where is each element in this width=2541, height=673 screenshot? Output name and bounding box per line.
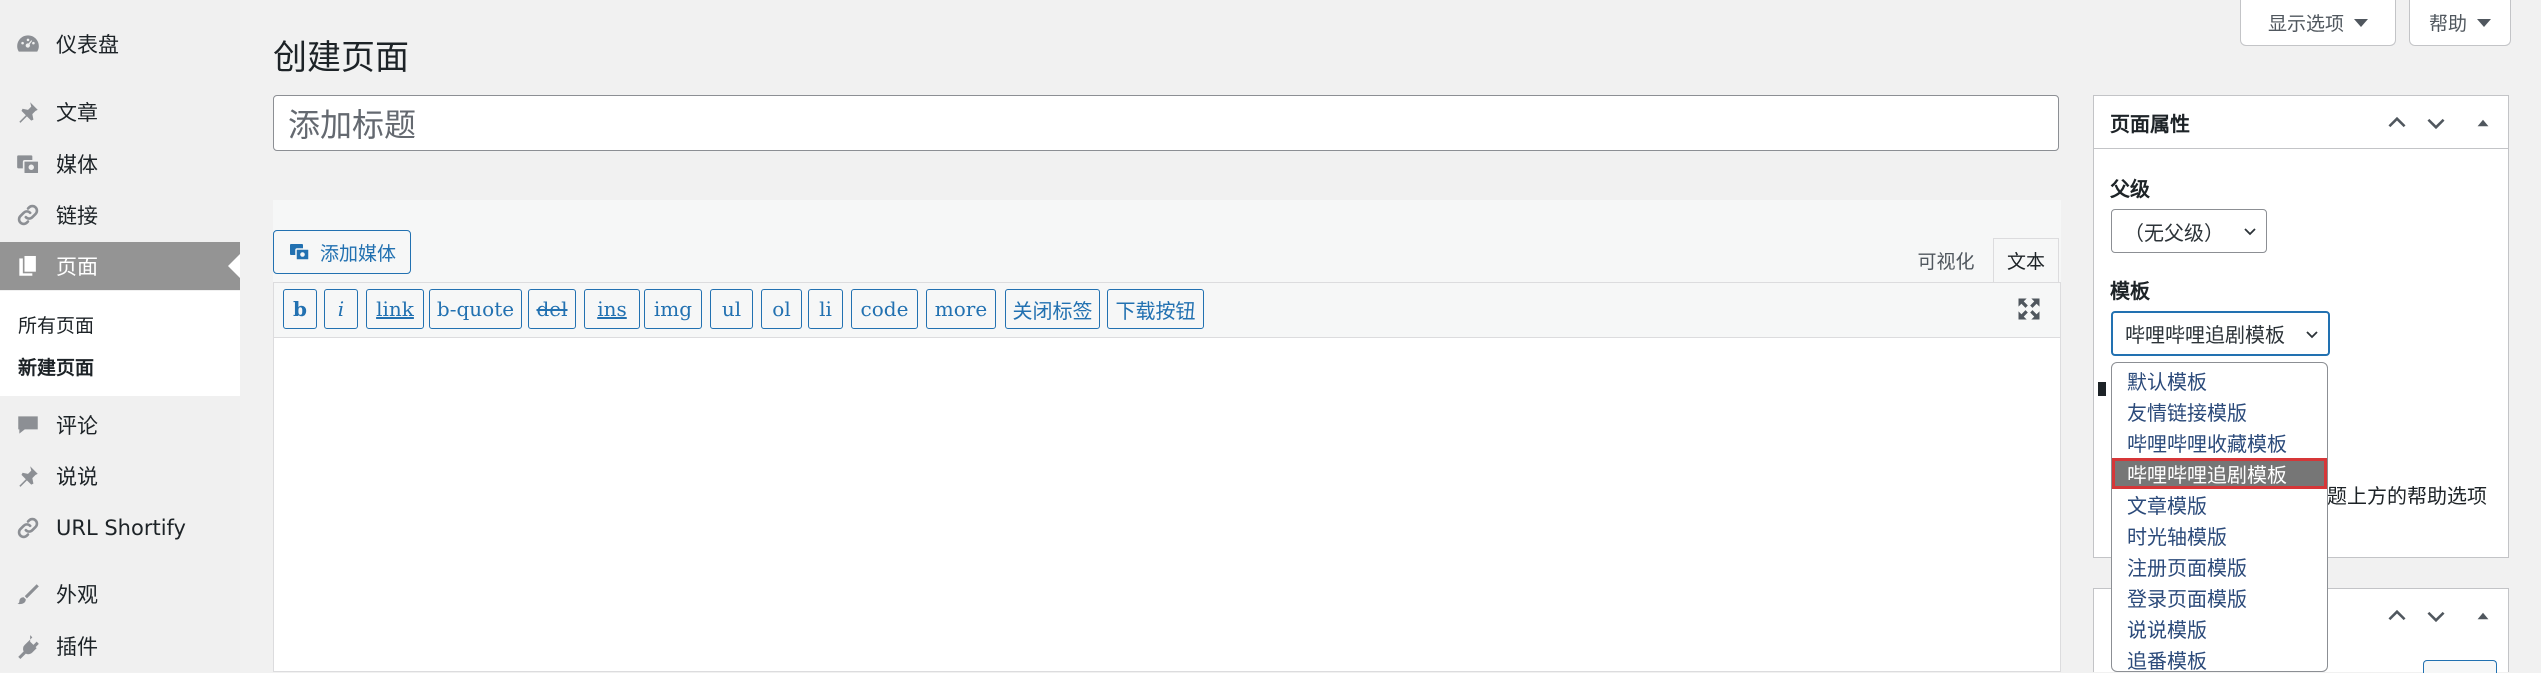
screen-options-label: 显示选项 <box>2267 13 2344 35</box>
template-option[interactable]: 登录页面模版 <box>2112 582 2327 613</box>
quicktag-del-button[interactable]: del <box>528 289 576 329</box>
screen-options-button[interactable]: 显示选项 <box>2240 0 2396 46</box>
template-option[interactable]: 默认模板 <box>2112 365 2327 396</box>
parent-label: 父级 <box>2110 177 2150 201</box>
triangle-up-icon[interactable] <box>2470 110 2496 136</box>
sidebar-item-shuoshuo[interactable]: 说说 <box>0 452 240 500</box>
comment-icon <box>14 411 42 439</box>
template-label: 模板 <box>2110 279 2150 303</box>
template-select[interactable]: 哔哩哔哩追剧模板 <box>2111 311 2330 356</box>
sidebar-item-label: 文章 <box>56 101 98 125</box>
quicktag-blockquote-button[interactable]: b-quote <box>429 289 522 329</box>
sidebar-item-label: 插件 <box>56 635 98 659</box>
brush-icon <box>14 580 42 608</box>
media-icon <box>289 244 310 261</box>
sidebar-item-label: 仪表盘 <box>56 33 119 57</box>
quicktag-img-button[interactable]: img <box>644 289 702 329</box>
quicktag-ol-button[interactable]: ol <box>761 289 802 329</box>
submenu-item-all-pages[interactable]: 所有页面 <box>18 311 94 338</box>
title-input[interactable]: 添加标题 <box>273 95 2059 151</box>
template-option[interactable]: 友情链接模版 <box>2112 396 2327 427</box>
editor-toolbar-area <box>273 200 2061 282</box>
template-dropdown-list: 默认模板 友情链接模版 哔哩哔哩收藏模板 哔哩哔哩追剧模板 文章模版 时光轴模版… <box>2111 362 2328 672</box>
sidebar-item-label: 页面 <box>56 255 98 279</box>
secondary-box-button[interactable] <box>2423 660 2497 673</box>
template-option[interactable]: 追番模板 <box>2112 644 2327 671</box>
page-attributes-title: 页面属性 <box>2110 112 2190 136</box>
quicktag-italic-button[interactable]: i <box>324 289 358 329</box>
chevron-down-icon[interactable] <box>2423 110 2449 136</box>
sidebar-item-label: URL Shortify <box>56 516 186 540</box>
tab-text[interactable]: 文本 <box>1993 238 2059 282</box>
quicktag-more-button[interactable]: more <box>926 289 996 329</box>
parent-select[interactable]: （无父级） <box>2111 209 2267 253</box>
template-option[interactable]: 哔哩哔哩收藏模板 <box>2112 427 2327 458</box>
help-text: 题上方的帮助选项 <box>2327 484 2487 508</box>
sidebar-item-appearance[interactable]: 外观 <box>0 570 240 618</box>
sidebar-item-comments[interactable]: 评论 <box>0 401 240 449</box>
template-option[interactable]: 文章模版 <box>2112 489 2327 520</box>
sidebar-item-plugins[interactable]: 插件 <box>0 622 240 670</box>
quicktag-bold-button[interactable]: b <box>283 289 317 329</box>
quicktag-li-button[interactable]: li <box>808 289 843 329</box>
quicktag-ul-button[interactable]: ul <box>710 289 753 329</box>
admin-sidebar: 仪表盘 文章 媒体 链接 页面 所有页面 新建页面 评论 说说 URL Shor… <box>0 0 240 672</box>
link-icon <box>14 201 42 229</box>
sidebar-item-label: 媒体 <box>56 153 98 177</box>
quicktag-code-button[interactable]: code <box>851 289 918 329</box>
link-icon <box>14 514 42 542</box>
dashboard-icon <box>14 30 42 58</box>
chevron-up-icon[interactable] <box>2384 603 2410 629</box>
sidebar-item-label: 说说 <box>56 465 98 489</box>
help-label: 帮助 <box>2428 13 2467 35</box>
pages-submenu: 所有页面 新建页面 <box>0 291 240 396</box>
chevron-up-icon[interactable] <box>2384 110 2410 136</box>
tab-visual[interactable]: 可视化 <box>1905 238 1987 282</box>
chevron-down-icon[interactable] <box>2423 603 2449 629</box>
template-select-value: 哔哩哔哩追剧模板 <box>2125 323 2285 347</box>
sidebar-item-label: 外观 <box>56 583 98 607</box>
add-media-button[interactable]: 添加媒体 <box>273 230 411 274</box>
parent-select-value: （无父级） <box>2124 220 2224 245</box>
sidebar-item-dashboard[interactable]: 仪表盘 <box>0 20 240 68</box>
fullscreen-icon[interactable] <box>2015 295 2043 323</box>
pushpin-icon <box>14 462 42 490</box>
content-textarea[interactable] <box>273 338 2061 672</box>
chevron-down-icon <box>2306 330 2318 338</box>
add-media-label: 添加媒体 <box>319 242 396 265</box>
template-option[interactable]: 说说模版 <box>2112 613 2327 644</box>
help-button[interactable]: 帮助 <box>2409 0 2511 46</box>
order-label-fragment <box>2098 382 2106 396</box>
sidebar-item-media[interactable]: 媒体 <box>0 140 240 188</box>
quicktag-close-tags-button[interactable]: 关闭标签 <box>1005 289 1100 329</box>
sidebar-item-label: 评论 <box>56 414 98 438</box>
submenu-item-new-page[interactable]: 新建页面 <box>18 353 94 380</box>
media-icon <box>14 150 42 178</box>
plug-icon <box>14 632 42 660</box>
quicktag-download-button[interactable]: 下载按钮 <box>1107 289 1204 329</box>
page-icon <box>14 252 42 280</box>
pushpin-icon <box>14 98 42 126</box>
page-title: 创建页面 <box>273 38 409 78</box>
template-option-selected[interactable]: 哔哩哔哩追剧模板 <box>2112 458 2327 489</box>
sidebar-item-label: 链接 <box>56 204 98 228</box>
divider <box>2093 148 2509 149</box>
quicktag-ins-button[interactable]: ins <box>584 289 640 329</box>
chevron-down-icon <box>2244 228 2256 236</box>
sidebar-item-pages[interactable]: 页面 <box>0 242 240 290</box>
quicktag-link-button[interactable]: link <box>366 289 424 329</box>
triangle-up-icon[interactable] <box>2470 603 2496 629</box>
caret-down-icon <box>2354 18 2368 27</box>
sidebar-item-posts[interactable]: 文章 <box>0 88 240 136</box>
template-option[interactable]: 注册页面模版 <box>2112 551 2327 582</box>
sidebar-item-links[interactable]: 链接 <box>0 191 240 239</box>
template-option[interactable]: 时光轴模版 <box>2112 520 2327 551</box>
sidebar-item-url-shortify[interactable]: URL Shortify <box>0 504 240 552</box>
caret-down-icon <box>2477 18 2491 27</box>
